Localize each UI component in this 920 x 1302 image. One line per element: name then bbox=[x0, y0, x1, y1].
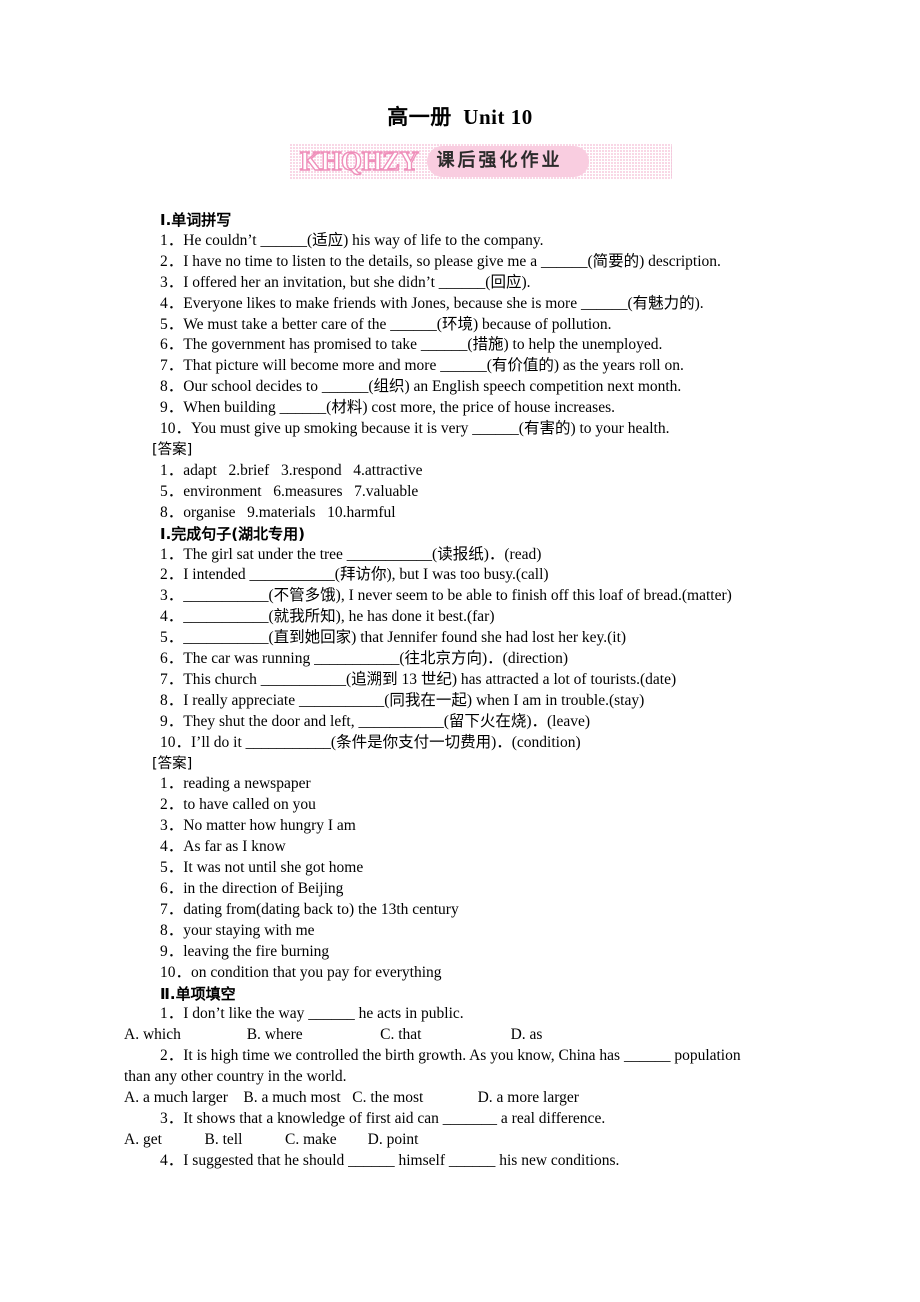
question-item: 8．I really appreciate ___________(同我在一起)… bbox=[160, 691, 645, 709]
answer-line: 9．leaving the fire burning bbox=[160, 942, 330, 960]
worksheet-body: Ⅰ.单词拼写 1．He couldn’t ______(适应) his way … bbox=[0, 210, 920, 1172]
section-word-spelling: Ⅰ.单词拼写 1．He couldn’t ______(适应) his way … bbox=[124, 210, 880, 524]
question-item: 7．This church ___________(追溯到 13 世纪) has… bbox=[160, 670, 677, 688]
question-stem-continuation: than any other country in the world. bbox=[124, 1068, 347, 1086]
question-item: 4．___________(就我所知), he has done it best… bbox=[160, 608, 495, 626]
question-item: 8．Our school decides to ______(组织) an En… bbox=[160, 378, 682, 396]
answer-line: 5．It was not until she got home bbox=[160, 859, 364, 877]
answer-line: 1．adapt 2.brief 3.respond 4.attractive bbox=[160, 461, 423, 479]
answer-line: 1．reading a newspaper bbox=[160, 775, 311, 793]
section-heading: Ⅰ.完成句子(湖北专用) bbox=[160, 524, 305, 543]
answer-label: [答案] bbox=[152, 441, 193, 458]
question-item: 10．I’ll do it ___________(条件是你支付一切费用)．(c… bbox=[160, 733, 581, 751]
banner-label: 课后强化作业 bbox=[426, 145, 589, 177]
question-item: 9．When building ______(材料) cost more, th… bbox=[160, 399, 615, 417]
choice-row[interactable]: A. a much larger B. a much most C. the m… bbox=[124, 1088, 880, 1109]
answer-line: 2．to have called on you bbox=[160, 796, 316, 814]
answer-line: 7．dating from(dating back to) the 13th c… bbox=[160, 900, 459, 918]
question-item: 3．___________(不管多饿), I never seem to be … bbox=[160, 587, 732, 605]
page-title: 高一册 Unit 10 bbox=[387, 105, 533, 129]
question-item: 7．That picture will become more and more… bbox=[160, 357, 684, 375]
section-complete-sentences: Ⅰ.完成句子(湖北专用) 1．The girl sat under the tr… bbox=[124, 524, 880, 984]
answer-line: 4．As far as I know bbox=[160, 838, 286, 856]
answer-label: [答案] bbox=[152, 755, 193, 772]
question-item: 3．I offered her an invitation, but she d… bbox=[160, 273, 531, 291]
question-item: 1．He couldn’t ______(适应) his way of life… bbox=[160, 231, 544, 249]
answer-line: 6．in the direction of Beijing bbox=[160, 880, 344, 897]
question-item: 6．The car was running ___________(往北京方向)… bbox=[160, 650, 569, 668]
section-heading: Ⅱ.单项填空 bbox=[160, 984, 236, 1003]
document-header: 高一册 Unit 10 bbox=[0, 0, 920, 130]
banner-content: KHQHZY 课后强化作业 bbox=[299, 145, 589, 177]
choice-row[interactable]: A. which B. where C. that D. as bbox=[124, 1025, 880, 1046]
choice-row[interactable]: A. get B. tell C. make D. point bbox=[124, 1130, 880, 1151]
question-item: 6．The government has promised to take __… bbox=[160, 336, 663, 354]
section-multiple-choice: Ⅱ.单项填空 1．I don’t like the way ______ he … bbox=[124, 984, 880, 1172]
answer-line: 3．No matter how hungry I am bbox=[160, 817, 356, 835]
question-item: 9．They shut the door and left, _________… bbox=[160, 712, 591, 730]
question-stem: 3．It shows that a knowledge of first aid… bbox=[160, 1109, 606, 1127]
answer-line: 10．on condition that you pay for everyth… bbox=[160, 963, 442, 981]
answer-line: 8．your staying with me bbox=[160, 921, 315, 939]
question-stem: 4．I suggested that he should ______ hims… bbox=[160, 1151, 620, 1169]
question-stem: 2．It is high time we controlled the birt… bbox=[160, 1047, 741, 1065]
section-heading: Ⅰ.单词拼写 bbox=[160, 211, 232, 229]
question-item: 2．I have no time to listen to the detail… bbox=[160, 252, 721, 270]
banner-brand-mark: KHQHZY bbox=[299, 145, 419, 176]
question-item: 10．You must give up smoking because it i… bbox=[160, 420, 670, 438]
answer-line: 5．environment 6.measures 7.valuable bbox=[160, 482, 419, 500]
worksheet-page: 高一册 Unit 10 KHQHZY 课后强化作业 Ⅰ.单词拼写 1．He co… bbox=[0, 0, 920, 1172]
question-item: 4．Everyone likes to make friends with Jo… bbox=[160, 294, 704, 312]
section-banner: KHQHZY 课后强化作业 bbox=[0, 140, 920, 184]
answer-line: 8．organise 9.materials 10.harmful bbox=[160, 503, 396, 521]
question-item: 5．___________(直到她回家) that Jennifer found… bbox=[160, 629, 627, 647]
question-stem: 1．I don’t like the way ______ he acts in… bbox=[160, 1005, 464, 1023]
question-item: 2．I intended ___________(拜访你), but I was… bbox=[160, 566, 549, 584]
question-item: 1．The girl sat under the tree __________… bbox=[160, 545, 542, 563]
question-item: 5．We must take a better care of the ____… bbox=[160, 315, 612, 333]
